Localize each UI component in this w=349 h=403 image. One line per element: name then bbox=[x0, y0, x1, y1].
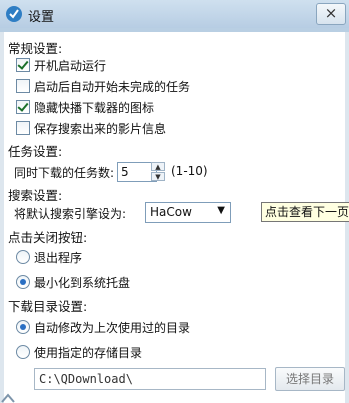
concurrent-label: 同时下载的任务数: bbox=[14, 166, 115, 180]
title-bar: 设置 × bbox=[0, 0, 349, 29]
save-movie-info-label: 保存搜索出来的影片信息 bbox=[34, 122, 167, 136]
search-engine-select[interactable]: HaCow ▼ bbox=[145, 202, 231, 223]
close-action-heading: 点击关闭按钮: bbox=[8, 230, 88, 245]
auto-last-dir-radio[interactable] bbox=[16, 320, 30, 334]
close-icon: × bbox=[324, 4, 338, 22]
exit-program-label: 退出程序 bbox=[34, 251, 83, 265]
settings-panel: 常规设置: 开机启动运行 启动后自动开始未完成的任务 隐藏快播下载器的图标 保存… bbox=[4, 32, 349, 403]
spin-down-icon[interactable]: ▼ bbox=[151, 172, 165, 181]
browse-directory-button[interactable]: 选择目录 bbox=[275, 367, 345, 391]
download-path-field[interactable]: C:\QDownload\ bbox=[34, 368, 266, 390]
hide-icon-checkbox[interactable] bbox=[16, 100, 30, 114]
concurrent-range-hint: (1-10) bbox=[171, 164, 208, 178]
chevron-down-icon: ▼ bbox=[217, 205, 225, 216]
search-engine-value: HaCow bbox=[150, 205, 192, 219]
minimize-tray-label: 最小化到系统托盘 bbox=[34, 276, 131, 290]
minimize-tray-radio[interactable] bbox=[16, 275, 30, 289]
window-title: 设置 bbox=[28, 10, 55, 25]
custom-dir-label: 使用指定的存储目录 bbox=[34, 346, 143, 360]
autostart-label: 开机启动运行 bbox=[34, 59, 107, 73]
tasks-heading: 任务设置: bbox=[8, 144, 63, 159]
tooltip: 点击查看下一页 bbox=[261, 202, 349, 222]
search-heading: 搜索设置: bbox=[8, 188, 63, 203]
resize-grip-icon bbox=[1, 393, 15, 403]
save-movie-info-checkbox[interactable] bbox=[16, 121, 30, 135]
engine-label: 将默认搜索引擎设为: bbox=[14, 207, 127, 221]
auto-last-dir-label: 自动修改为上次使用过的目录 bbox=[34, 321, 191, 335]
general-heading: 常规设置: bbox=[8, 41, 63, 56]
autostart-checkbox[interactable] bbox=[16, 58, 30, 72]
hide-icon-label: 隐藏快播下载器的图标 bbox=[34, 101, 155, 115]
download-dir-heading: 下载目录设置: bbox=[8, 299, 88, 314]
resume-unfinished-label: 启动后自动开始未完成的任务 bbox=[34, 80, 191, 94]
concurrent-tasks-spinner[interactable]: ▲ ▼ bbox=[151, 162, 165, 182]
spin-up-icon[interactable]: ▲ bbox=[151, 162, 165, 171]
exit-program-radio[interactable] bbox=[16, 250, 30, 264]
app-logo-icon bbox=[6, 6, 22, 22]
close-button[interactable]: × bbox=[316, 3, 346, 25]
resume-unfinished-checkbox[interactable] bbox=[16, 79, 30, 93]
custom-dir-radio[interactable] bbox=[16, 345, 30, 359]
